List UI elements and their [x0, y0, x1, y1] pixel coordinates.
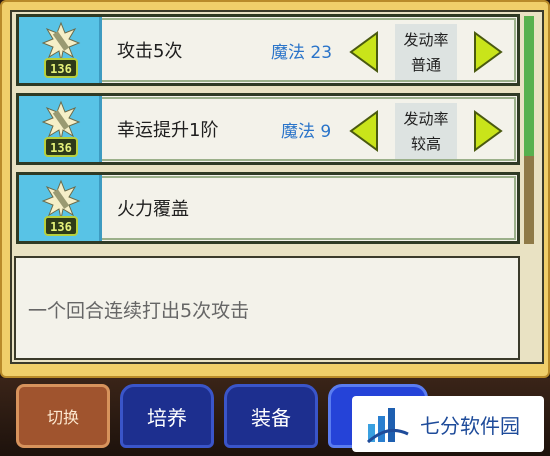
- sword-skill-icon: 136: [41, 100, 81, 157]
- arrow-right-icon[interactable]: [473, 110, 503, 152]
- arrow-right-icon[interactable]: [473, 31, 503, 73]
- skill-level-badge: 136: [50, 220, 72, 234]
- equip-button[interactable]: 装备: [224, 384, 318, 448]
- watermark-logo-icon: [366, 408, 409, 444]
- watermark-card: 七分软件园: [352, 396, 544, 452]
- arrow-left-icon[interactable]: [349, 31, 379, 73]
- skill-icon-box: 136: [19, 175, 102, 241]
- sword-skill-icon: 136: [41, 179, 81, 236]
- skill-row-1[interactable]: 136 攻击5次 魔法 23 发动率 普通: [16, 14, 520, 86]
- skill-window-frame: 136 攻击5次 魔法 23 发动率 普通 136 幸运提升1阶 魔法 9 发动…: [0, 0, 550, 378]
- skill-icon-box: 136: [19, 17, 102, 83]
- skill-name: 攻击5次: [117, 41, 183, 62]
- activation-rate-box: 发动率 普通: [395, 24, 457, 80]
- activation-rate-box: 发动率 较高: [395, 103, 457, 159]
- rate-value: 较高: [410, 135, 441, 153]
- skill-cost: 魔法 23: [271, 42, 333, 63]
- sword-skill-icon: 136: [41, 21, 81, 78]
- skill-description: 一个回合连续打出5次攻击: [28, 300, 250, 322]
- train-button[interactable]: 培养: [120, 384, 214, 448]
- skill-row-2[interactable]: 136 幸运提升1阶 魔法 9 发动率 较高: [16, 93, 520, 165]
- arrow-left-icon[interactable]: [349, 110, 379, 152]
- skill-list-panel: 136 攻击5次 魔法 23 发动率 普通 136 幸运提升1阶 魔法 9 发动…: [10, 10, 544, 364]
- skill-level-badge: 136: [50, 141, 72, 155]
- rate-label: 发动率: [403, 110, 449, 128]
- scrollbar-thumb[interactable]: [524, 16, 534, 156]
- rate-label: 发动率: [403, 31, 449, 49]
- skill-description-box: 一个回合连续打出5次攻击: [14, 256, 520, 360]
- skill-name: 火力覆盖: [117, 199, 189, 220]
- skill-icon-box: 136: [19, 96, 102, 162]
- skill-cost: 魔法 9: [281, 121, 332, 142]
- switch-button[interactable]: 切换: [16, 384, 110, 448]
- skill-level-badge: 136: [50, 62, 72, 76]
- skill-name: 幸运提升1阶: [117, 120, 219, 141]
- skill-row-3[interactable]: 136 火力覆盖: [16, 172, 520, 244]
- rate-value: 普通: [410, 56, 441, 74]
- watermark-brand: 七分软件园: [420, 413, 520, 438]
